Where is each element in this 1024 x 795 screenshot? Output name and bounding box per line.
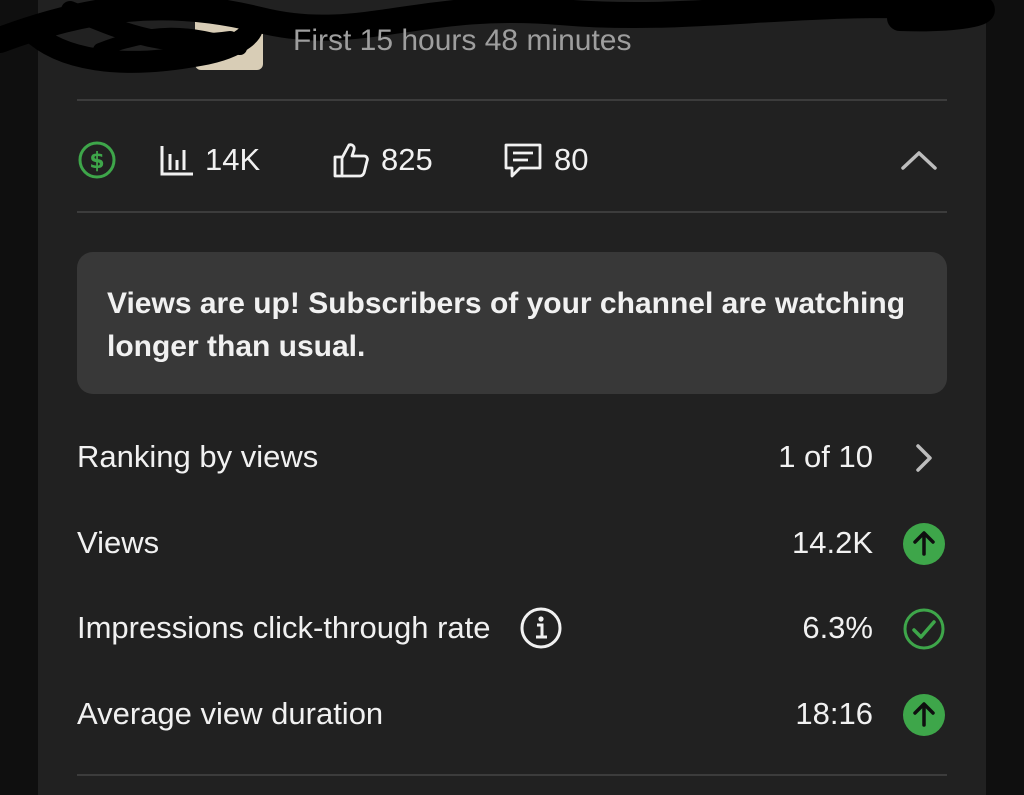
views-count: 14K — [205, 142, 261, 177]
arrow-up-circle-icon — [903, 694, 945, 736]
metric-label: Views — [77, 525, 160, 560]
divider-stats — [77, 211, 947, 213]
metric-label: Ranking by views — [77, 439, 319, 474]
svg-text:$: $ — [89, 149, 104, 174]
insight-card: Views are up! Subscribers of your channe… — [77, 252, 947, 394]
metric-value: 14.2K — [791, 525, 873, 560]
metric-row-ctr[interactable]: Impressions click-through rate 6.3% — [77, 600, 947, 656]
comments-stat[interactable]: 80 — [502, 132, 588, 188]
comments-count: 80 — [554, 142, 589, 177]
metric-value: 1 of 10 — [778, 439, 873, 474]
dollar-icon: $ — [78, 141, 116, 179]
thumbs-up-icon — [333, 143, 369, 178]
metric-row-views[interactable]: Views 14.2K — [77, 515, 947, 571]
analytics-panel — [38, 0, 986, 795]
video-thumbnail[interactable] — [195, 12, 263, 70]
arrow-up-circle-icon — [903, 523, 945, 565]
divider-top — [77, 99, 947, 101]
monetization-status[interactable]: $ — [77, 132, 117, 188]
metric-row-avg-duration[interactable]: Average view duration 18:16 — [77, 686, 947, 742]
bar-chart-icon — [160, 146, 193, 176]
metric-label: Impressions click-through rate — [77, 610, 491, 645]
info-icon[interactable] — [519, 606, 563, 650]
comment-icon — [504, 143, 542, 178]
collapse-button[interactable] — [899, 140, 939, 180]
chevron-up-icon — [901, 151, 937, 170]
views-stat[interactable]: 14K — [159, 132, 260, 188]
metric-label: Average view duration — [77, 696, 384, 731]
divider-bottom — [77, 774, 947, 776]
check-circle-icon — [903, 608, 945, 650]
stats-row: $ 14K 825 80 — [77, 132, 947, 188]
insight-text: Views are up! Subscribers of your channe… — [107, 287, 906, 363]
chevron-right-icon — [916, 444, 932, 472]
likes-count: 825 — [381, 142, 433, 177]
time-period-label: First 15 hours 48 minutes — [293, 24, 632, 57]
metric-value: 6.3% — [802, 610, 873, 645]
metric-row-ranking[interactable]: Ranking by views 1 of 10 — [77, 429, 947, 485]
likes-stat[interactable]: 825 — [331, 132, 433, 188]
metric-value: 18:16 — [795, 696, 873, 731]
